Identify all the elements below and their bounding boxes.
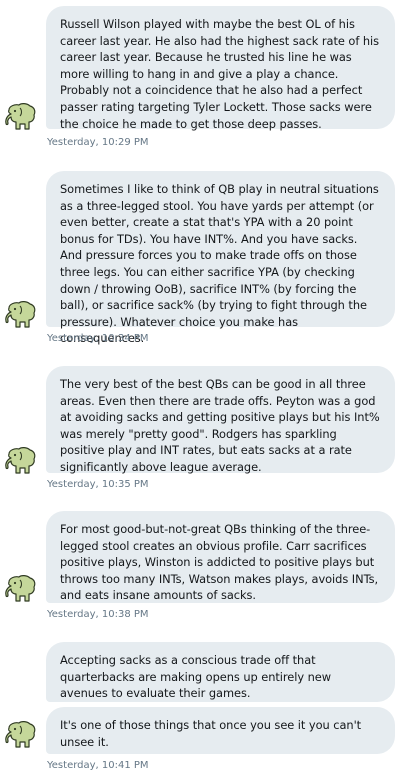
- message-timestamp: Yesterday, 10:38 PM: [47, 609, 149, 620]
- message-bubble[interactable]: Russell Wilson played with maybe the bes…: [46, 6, 395, 131]
- avatar[interactable]: [3, 718, 39, 754]
- message-bubble[interactable]: The very best of the best QBs can be goo…: [46, 366, 395, 474]
- elephant-icon: [5, 103, 36, 130]
- avatar[interactable]: [3, 100, 39, 136]
- avatar[interactable]: [3, 444, 39, 480]
- elephant-icon: [5, 721, 36, 748]
- elephant-icon: [5, 575, 36, 602]
- message-bubble[interactable]: For most good-but-not-great QBs thinking…: [46, 511, 395, 603]
- message-timestamp: Yesterday, 10:29 PM: [47, 137, 149, 148]
- elephant-icon: [5, 301, 36, 328]
- message-timestamp: Yesterday, 10:34 PM: [47, 333, 149, 344]
- avatar[interactable]: [3, 298, 39, 334]
- elephant-icon: [5, 447, 36, 474]
- message-timestamp: Yesterday, 10:35 PM: [47, 479, 149, 490]
- message-bubble[interactable]: Sometimes I like to think of QB play in …: [46, 171, 395, 345]
- message-bubble[interactable]: It's one of those things that once you s…: [46, 707, 395, 754]
- dm-conversation: Russell Wilson played with maybe the bes…: [0, 0, 418, 776]
- message-bubble[interactable]: Accepting sacks as a conscious trade off…: [46, 642, 395, 702]
- avatar[interactable]: [3, 572, 39, 608]
- message-timestamp: Yesterday, 10:41 PM: [47, 760, 149, 771]
